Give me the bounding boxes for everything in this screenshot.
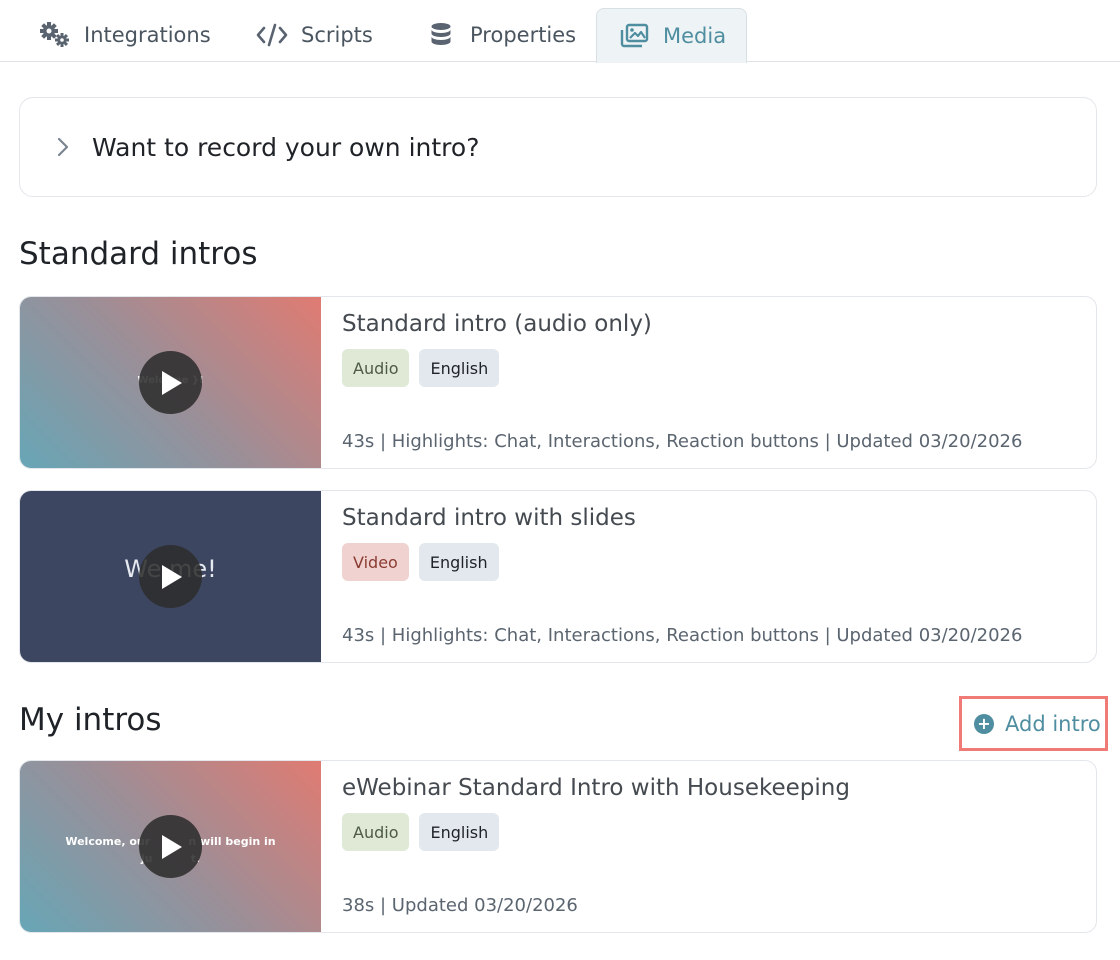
intro-info: Standard intro (audio only) Audio Englis… bbox=[342, 297, 1096, 468]
database-icon bbox=[424, 20, 458, 50]
intro-card[interactable]: Welcome }! Standard intro (audio only) A… bbox=[19, 296, 1097, 469]
add-intro-button[interactable]: + Add intro bbox=[959, 696, 1108, 751]
code-icon bbox=[255, 20, 289, 50]
my-intros-heading: My intros bbox=[19, 702, 162, 738]
video-thumbnail: Welcome }! bbox=[20, 297, 321, 468]
intro-info: Standard intro with slides Video English… bbox=[342, 491, 1096, 662]
badge-group: Audio English bbox=[342, 813, 509, 851]
standard-intros-heading: Standard intros bbox=[19, 236, 258, 272]
type-badge: Video bbox=[342, 543, 409, 581]
intro-meta: 38s | Updated 03/20/2026 bbox=[342, 895, 578, 916]
tab-label: Integrations bbox=[84, 23, 211, 47]
video-thumbnail: Welcome, our n will begin in ju t. bbox=[20, 761, 321, 932]
tab-label: Properties bbox=[470, 23, 577, 47]
intro-meta: 43s | Highlights: Chat, Interactions, Re… bbox=[342, 625, 1023, 646]
type-badge: Audio bbox=[342, 349, 410, 387]
intro-card[interactable]: Welcome, our n will begin in ju t. eWebi… bbox=[19, 760, 1097, 933]
language-badge: English bbox=[418, 543, 499, 581]
play-button[interactable] bbox=[139, 351, 202, 414]
tab-properties[interactable]: Properties bbox=[424, 8, 576, 62]
tab-label: Media bbox=[663, 24, 727, 48]
intro-title: eWebinar Standard Intro with Housekeepin… bbox=[342, 775, 850, 801]
badge-group: Audio English bbox=[342, 349, 509, 387]
record-intro-title: Want to record your own intro? bbox=[92, 132, 480, 162]
tab-media[interactable]: Media bbox=[596, 8, 748, 63]
intro-meta: 43s | Highlights: Chat, Interactions, Re… bbox=[342, 431, 1023, 452]
intro-card[interactable]: We me! Standard intro with slides Video … bbox=[19, 490, 1097, 663]
type-badge: Audio bbox=[342, 813, 410, 851]
add-intro-label: Add intro bbox=[1005, 711, 1101, 736]
tab-label: Scripts bbox=[301, 23, 373, 47]
record-intro-panel[interactable]: Want to record your own intro? bbox=[19, 97, 1097, 197]
gears-icon bbox=[38, 20, 72, 50]
language-badge: English bbox=[419, 349, 500, 387]
play-button[interactable] bbox=[139, 545, 202, 608]
tab-bar: Integrations Scripts Properties Media bbox=[0, 0, 1120, 63]
video-thumbnail: We me! bbox=[20, 491, 321, 662]
language-badge: English bbox=[419, 813, 500, 851]
intro-title: Standard intro with slides bbox=[342, 505, 636, 531]
tab-scripts[interactable]: Scripts bbox=[255, 8, 373, 62]
intro-info: eWebinar Standard Intro with Housekeepin… bbox=[342, 761, 1096, 932]
intro-title: Standard intro (audio only) bbox=[342, 311, 652, 337]
media-icon bbox=[617, 21, 651, 51]
badge-group: Video English bbox=[342, 543, 509, 581]
chevron-right-icon bbox=[56, 135, 76, 159]
play-button[interactable] bbox=[139, 815, 202, 878]
plus-circle-icon: + bbox=[974, 713, 994, 734]
tab-integrations[interactable]: Integrations bbox=[38, 8, 211, 62]
